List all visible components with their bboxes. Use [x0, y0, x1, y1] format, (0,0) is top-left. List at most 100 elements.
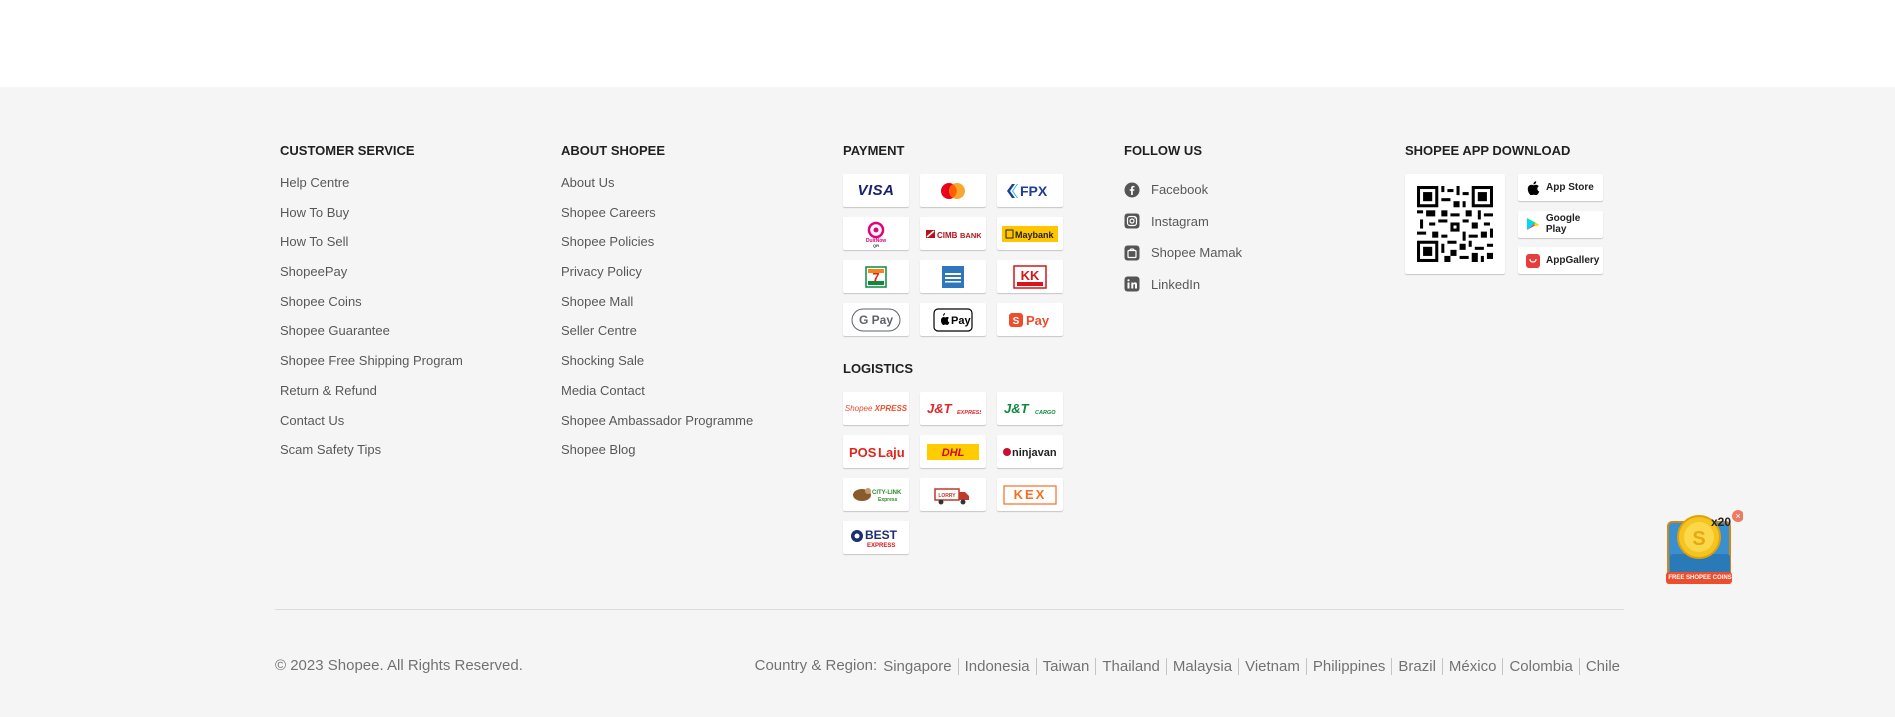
footer-link-shopee-coins[interactable]: Shopee Coins: [280, 293, 463, 323]
customer-service-title: CUSTOMER SERVICE: [280, 143, 415, 158]
footer-link-how-to-sell[interactable]: How To Sell: [280, 233, 463, 263]
follow-link-linkedin[interactable]: LinkedIn: [1124, 269, 1242, 301]
app-download-column: SHOPEE APP DOWNLOAD App Store Google Pla…: [1405, 142, 1603, 274]
svg-text:J&T: J&T: [1004, 401, 1030, 416]
follow-link-shopee-mamak[interactable]: Shopee Mamak: [1124, 237, 1242, 269]
payment-logos: VISA FPX DuitNow QR CIMB BANK Maybank 7 KK G Pay P…: [843, 174, 1063, 336]
footer-link-contact-us[interactable]: Contact Us: [280, 412, 463, 442]
footer-link-shopee-careers[interactable]: Shopee Careers: [561, 204, 753, 234]
shopee-xpress-logo: Shopee XPRESS: [843, 392, 909, 425]
coin-multiplier: x20: [1711, 515, 1732, 529]
footer-link-how-to-buy[interactable]: How To Buy: [280, 204, 463, 234]
svg-text:G Pay: G Pay: [859, 313, 893, 327]
footer-link-about-us[interactable]: About Us: [561, 174, 753, 204]
footer-link-privacy-policy[interactable]: Privacy Policy: [561, 263, 753, 293]
lorry-logo: LORRY: [920, 478, 986, 511]
jt-cargo-logo: J&T CARGO: [997, 392, 1063, 425]
google-play-button[interactable]: Google Play: [1518, 210, 1603, 238]
svg-text:Pay: Pay: [1026, 313, 1050, 328]
free-coins-widget[interactable]: S × x20 FREE SHOPEE COINS: [1665, 510, 1744, 590]
svg-text:×: ×: [1735, 511, 1740, 521]
follow-link-label: Facebook: [1151, 182, 1209, 198]
svg-text:KEX: KEX: [1014, 487, 1047, 502]
payment-column: PAYMENT VISA FPX DuitNow QR CIMB BANK Maybank 7…: [843, 142, 1063, 554]
linkedin-icon: [1124, 276, 1140, 292]
kk-mart-logo: KK: [997, 260, 1063, 293]
fpx-logo: FPX: [997, 174, 1063, 207]
svg-text:Express: Express: [878, 497, 898, 503]
svg-text:EXPRESS: EXPRESS: [867, 543, 895, 549]
shopee-mamak-icon: [1124, 245, 1140, 261]
svg-text:BANK: BANK: [960, 231, 981, 240]
duitnow-logo: DuitNow QR: [843, 217, 909, 250]
follow-link-label: Shopee Mamak: [1151, 245, 1243, 261]
footer-link-shopee-guarantee[interactable]: Shopee Guarantee: [280, 322, 463, 352]
page-top-area: [0, 0, 1895, 87]
footer-link-seller-centre[interactable]: Seller Centre: [561, 322, 753, 352]
follow-us-column: FOLLOW US Facebook Instagram Shopee Mamak L…: [1124, 142, 1242, 300]
footer-link-shopee-blog[interactable]: Shopee Blog: [561, 441, 753, 471]
logistics-title: LOGISTICS: [843, 361, 914, 376]
follow-link-label: Instagram: [1151, 213, 1209, 229]
copyright-text: © 2023 Shopee. All Rights Reserved.: [275, 657, 523, 674]
visa-logo: VISA: [843, 174, 909, 207]
apple-icon: [1526, 180, 1540, 195]
country-link-vietnam[interactable]: Vietnam: [1238, 657, 1306, 675]
coin-widget-caption: FREE SHOPEE COINS: [1668, 575, 1732, 581]
footer-link-shopeepay[interactable]: ShopeePay: [280, 263, 463, 293]
follow-link-instagram[interactable]: Instagram: [1124, 206, 1242, 238]
footer-link-media-contact[interactable]: Media Contact: [561, 382, 753, 412]
dhl-logo: DHL: [920, 435, 986, 468]
svg-text:J&T: J&T: [927, 401, 953, 416]
about-shopee-title: ABOUT SHOPEE: [561, 143, 666, 158]
country-link-philippines[interactable]: Philippines: [1305, 657, 1392, 675]
svg-text:LORRY: LORRY: [938, 493, 956, 499]
follow-link-facebook[interactable]: Facebook: [1124, 174, 1242, 206]
footer-link-shopee-policies[interactable]: Shopee Policies: [561, 233, 753, 263]
poslaju-logo: POS Laju: [843, 435, 909, 468]
country-link-thailand[interactable]: Thailand: [1095, 657, 1166, 675]
footer-link-shocking-sale[interactable]: Shocking Sale: [561, 352, 753, 382]
svg-text:S: S: [1692, 528, 1705, 550]
footer-link-help-centre[interactable]: Help Centre: [280, 174, 463, 204]
about-shopee-column: ABOUT SHOPEE About Us Shopee Careers Shope…: [561, 142, 753, 471]
country-link-malaysia[interactable]: Malaysia: [1165, 657, 1238, 675]
region-label: Country & Region:: [754, 657, 878, 674]
svg-text:ninjavan: ninjavan: [1012, 447, 1057, 459]
appgallery-button[interactable]: AppGallery: [1518, 247, 1603, 274]
country-link-indonesia[interactable]: Indonesia: [957, 657, 1036, 675]
svg-text:7: 7: [872, 270, 879, 285]
country-link-colombia[interactable]: Colombia: [1502, 657, 1578, 675]
footer-link-shopee-free-shipping-program[interactable]: Shopee Free Shipping Program: [280, 352, 463, 382]
apple-pay-logo: Pay: [920, 303, 986, 336]
svg-text:EXPRESS: EXPRESS: [957, 410, 981, 416]
footer-link-shopee-mall[interactable]: Shopee Mall: [561, 293, 753, 323]
country-link-brazil[interactable]: Brazil: [1391, 657, 1442, 675]
country-link-singapore[interactable]: Singapore: [883, 658, 957, 675]
kex-logo: KEX: [997, 478, 1063, 511]
country-link-taiwan[interactable]: Taiwan: [1035, 657, 1096, 675]
qr-code-image: [1417, 186, 1493, 262]
footer-link-return-and-refund[interactable]: Return & Refund: [280, 382, 463, 412]
footer-link-scam-safety-tips[interactable]: Scam Safety Tips: [280, 441, 463, 471]
logistics-logos: Shopee XPRESS J&T EXPRESS J&T CARGO POS Laju DH…: [843, 392, 1063, 554]
qr-code: [1405, 174, 1505, 274]
store-label: AppGallery: [1546, 255, 1600, 266]
app-store-button[interactable]: App Store: [1518, 174, 1603, 201]
facebook-icon: [1124, 182, 1140, 198]
svg-text:FPX: FPX: [1020, 183, 1048, 199]
country-link-chile[interactable]: Chile: [1578, 657, 1620, 675]
instagram-icon: [1124, 213, 1140, 229]
country-link-m-xico[interactable]: México: [1441, 657, 1503, 675]
follow-us-title: FOLLOW US: [1124, 143, 1202, 158]
mastercard-logo: [920, 174, 986, 207]
svg-text:CIMB: CIMB: [937, 231, 958, 240]
footer-link-shopee-ambassador-programme[interactable]: Shopee Ambassador Programme: [561, 412, 753, 442]
best-express-logo: BEST EXPRESS: [843, 521, 909, 554]
amex-logo: [920, 260, 986, 293]
country-region-selector: Country & Region: Singapore Indonesia Taiw…: [755, 656, 1620, 676]
svg-text:QR: QR: [873, 243, 879, 248]
footer-divider: [275, 609, 1624, 610]
follow-us-links: Facebook Instagram Shopee Mamak LinkedIn: [1124, 174, 1242, 300]
payment-title: PAYMENT: [843, 143, 905, 158]
